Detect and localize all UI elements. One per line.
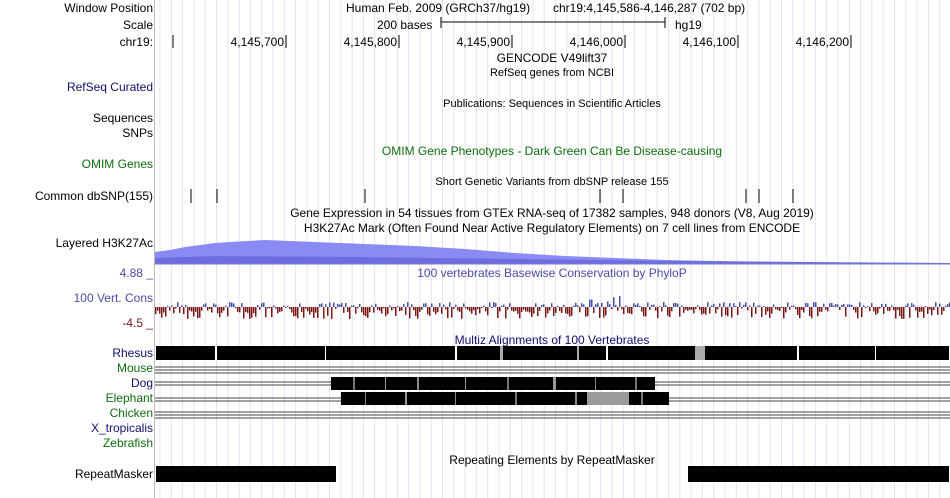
assembly-text: Human Feb. 2009 (GRCh37/hg19): [346, 1, 531, 15]
scale-text: 200 bases: [377, 18, 433, 32]
ruler-label: 4,146,100: [682, 35, 736, 49]
ruler-label: 4,145,700: [230, 35, 284, 49]
ruler-label: 4,145,900: [456, 35, 510, 49]
position-text: chr19:4,145,586-4,146,287 (702 bp): [553, 1, 746, 15]
multiz-title: Multiz Alignments of 100 Vertebrates: [454, 333, 650, 347]
scale-label: Scale: [122, 18, 153, 32]
track-label-repeatmasker[interactable]: RepeatMasker: [75, 467, 153, 481]
db-text: hg19: [675, 18, 702, 32]
multiz-rhesus[interactable]: [156, 346, 949, 360]
cons-min-label: -4.5 _: [122, 316, 153, 330]
repeatmasker-title: Repeating Elements by RepeatMasker: [449, 453, 655, 467]
track-label-dbsnp[interactable]: Common dbSNP(155): [35, 189, 153, 203]
species-label-elephant[interactable]: Elephant: [106, 391, 153, 405]
omim-title: OMIM Gene Phenotypes - Dark Green Can Be…: [381, 144, 723, 158]
ruler-label: 4,145,800: [343, 35, 397, 49]
gtex-title: Gene Expression in 54 tissues from GTEx …: [290, 206, 814, 220]
multiz-elephant[interactable]: [341, 392, 669, 405]
track-label-h3k27ac[interactable]: Layered H3K27Ac: [56, 236, 153, 250]
track-label-cons[interactable]: 100 Vert. Cons: [74, 291, 153, 305]
refseq-subtitle: RefSeq genes from NCBI: [489, 67, 615, 79]
h3k27ac-signal[interactable]: [155, 240, 950, 265]
dbsnp-title: Short Genetic Variants from dbSNP releas…: [435, 176, 669, 188]
track-label-snps[interactable]: SNPs: [122, 126, 153, 140]
species-label-chicken[interactable]: Chicken: [110, 406, 153, 420]
species-label-rhesus[interactable]: Rhesus: [112, 346, 153, 360]
repeatmasker-elements[interactable]: [156, 466, 949, 482]
publications-title: Publications: Sequences in Scientific Ar…: [443, 98, 661, 110]
track-label-omim[interactable]: OMIM Genes: [82, 157, 153, 171]
cons-max-label: 4.88 _: [119, 266, 153, 280]
species-label-zebrafish[interactable]: Zebrafish: [103, 436, 153, 450]
species-label-xtropicalis[interactable]: X_tropicalis: [91, 421, 153, 435]
species-label-dog[interactable]: Dog: [131, 376, 153, 390]
track-label-refseq[interactable]: RefSeq Curated: [67, 80, 153, 94]
phylop-wiggle[interactable]: [155, 296, 950, 319]
track-label-sequences[interactable]: Sequences: [93, 111, 153, 125]
h3k27ac-title: H3K27Ac Mark (Often Found Near Active Re…: [303, 221, 801, 235]
ruler-label: 4,146,000: [569, 35, 623, 49]
window-position-label: Window Position: [64, 1, 153, 15]
species-label-mouse[interactable]: Mouse: [117, 361, 153, 375]
chrom-label: chr19:: [119, 35, 153, 49]
multiz-dog[interactable]: [331, 377, 655, 390]
ruler-label: 4,146,200: [795, 35, 849, 49]
dbsnp-variants[interactable]: [190, 189, 794, 203]
phylop-title: 100 vertebrates Basewise Conservation by…: [417, 266, 687, 280]
gencode-title: GENCODE V49lift37: [496, 51, 608, 65]
